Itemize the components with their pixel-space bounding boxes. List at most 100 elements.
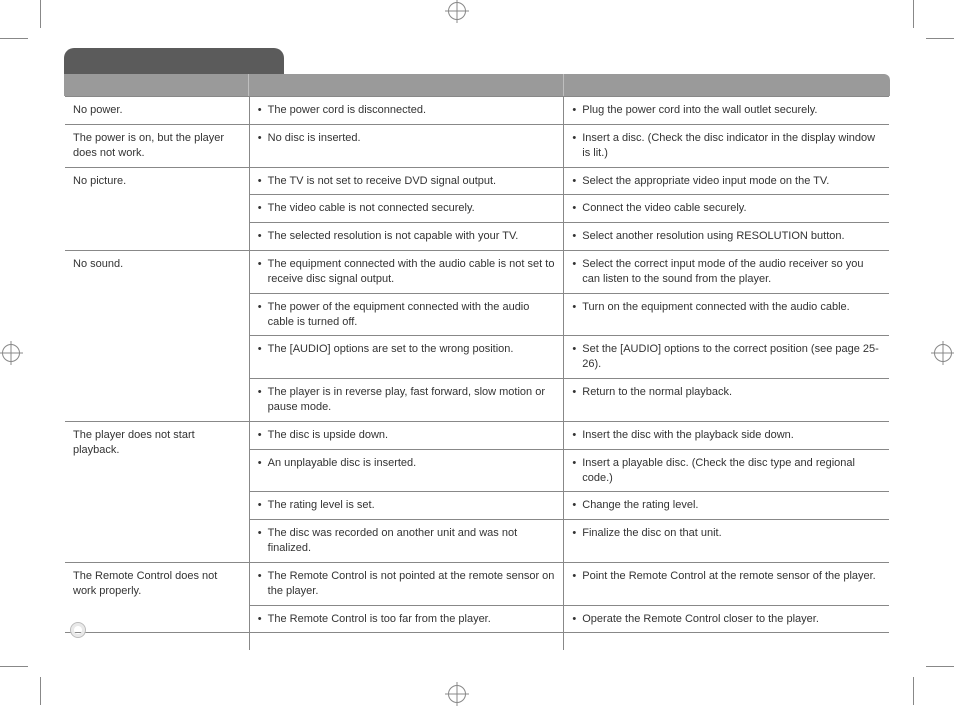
correction-cell: •Insert the disc with the playback side …	[564, 421, 890, 449]
cause-cell: • The TV is not set to receive DVD signal…	[249, 167, 564, 195]
page-number-icon	[70, 622, 86, 638]
bullet-icon: •	[258, 300, 262, 330]
correction-text: Plug the power cord into the wall outlet…	[582, 103, 817, 118]
cause-text: The player is in reverse play, fast forw…	[268, 385, 556, 415]
table-header-row	[64, 74, 890, 96]
correction-cell: • Select another resolution using RESOLUT…	[564, 223, 890, 251]
cause-text: The equipment connected with the audio c…	[268, 257, 556, 287]
correction-text: Change the rating level.	[582, 498, 698, 513]
bullet-icon: •	[258, 257, 262, 287]
bullet-icon: •	[258, 428, 262, 443]
correction-text: Turn on the equipment connected with the…	[582, 300, 849, 315]
bullet-icon: •	[572, 300, 576, 315]
cause-cell: •An unplayable disc is inserted.	[249, 449, 564, 492]
bullet-icon: •	[258, 385, 262, 415]
page-content: No power. • The power cord is disconnected…	[64, 48, 890, 651]
cause-cell: • The selected resolution is not capable …	[249, 223, 564, 251]
correction-text: Operate the Remote Control closer to the…	[582, 612, 819, 627]
symptom-cell: No picture.	[65, 167, 250, 251]
table-row: The player does not start playback.•The …	[65, 421, 890, 449]
cause-text: The rating level is set.	[268, 498, 375, 513]
correction-text: Insert a playable disc. (Check the disc …	[582, 456, 881, 486]
bullet-icon: •	[258, 229, 262, 244]
bullet-icon: •	[258, 569, 262, 599]
table-row: No power. • The power cord is disconnected…	[65, 97, 890, 125]
table-row: The Remote Control does not work properl…	[65, 562, 890, 605]
cause-text: The Remote Control is not pointed at the…	[268, 569, 556, 599]
header-symptom	[64, 74, 249, 96]
header-correction	[564, 74, 890, 96]
bullet-icon: •	[258, 131, 262, 146]
cause-cell: • The video cable is not connected secure…	[249, 195, 564, 223]
correction-cell: • Connect the video cable securely.	[564, 195, 890, 223]
cause-cell: •The Remote Control is not pointed at th…	[249, 562, 564, 605]
symptom-cell: The Remote Control does not work properl…	[65, 562, 250, 633]
cause-text: The video cable is not connected securel…	[268, 201, 475, 216]
correction-text: Connect the video cable securely.	[582, 201, 746, 216]
bullet-icon: •	[258, 201, 262, 216]
correction-cell: •Set the [AUDIO] options to the correct …	[564, 336, 890, 379]
cause-cell: •The [AUDIO] options are set to the wron…	[249, 336, 564, 379]
cause-text: An unplayable disc is inserted.	[268, 456, 417, 471]
correction-text: Set the [AUDIO] options to the correct p…	[582, 342, 881, 372]
bullet-icon: •	[258, 612, 262, 627]
cause-text: The selected resolution is not capable w…	[268, 229, 519, 244]
bullet-icon: •	[258, 342, 262, 357]
symptom-text: No power.	[73, 104, 123, 116]
bullet-icon: •	[572, 131, 576, 161]
correction-cell: • Turn on the equipment connected with th…	[564, 293, 890, 336]
symptom-cell: The player does not start playback.	[65, 421, 250, 562]
symptom-cell: No power.	[65, 97, 250, 125]
bullet-icon: •	[572, 229, 576, 244]
section-title-block	[64, 48, 284, 74]
cause-cell: •The power of the equipment connected wi…	[249, 293, 564, 336]
correction-text: Select another resolution using RESOLUTI…	[582, 229, 844, 244]
cause-text: No disc is inserted.	[268, 131, 361, 146]
correction-cell: •Return to the normal playback.	[564, 379, 890, 422]
correction-text: Select the correct input mode of the aud…	[582, 257, 881, 287]
cause-cell: •The disc is upside down.	[249, 421, 564, 449]
header-cause	[249, 74, 564, 96]
bullet-icon: •	[258, 526, 262, 556]
table-row: No picture. • The TV is not set to receive…	[65, 167, 890, 195]
bullet-icon: •	[572, 257, 576, 287]
bullet-icon: •	[258, 174, 262, 189]
bullet-icon: •	[572, 569, 576, 584]
cause-text: The TV is not set to receive DVD signal …	[268, 174, 496, 189]
bullet-icon: •	[258, 498, 262, 513]
correction-cell: •Insert a disc. (Check the disc indicato…	[564, 124, 890, 167]
correction-cell: •Operate the Remote Control closer to th…	[564, 605, 890, 633]
bullet-icon: •	[572, 201, 576, 216]
cause-cell: • The power cord is disconnected.	[249, 97, 564, 125]
cause-cell: • No disc is inserted.	[249, 124, 564, 167]
bullet-icon: •	[258, 103, 262, 118]
correction-cell: • Finalize the disc on that unit.	[564, 520, 890, 563]
cause-text: The power cord is disconnected.	[268, 103, 426, 118]
bullet-icon: •	[572, 498, 576, 513]
symptom-text: The player does not start playback.	[73, 429, 195, 456]
correction-text: Point the Remote Control at the remote s…	[582, 569, 876, 584]
cause-text: The power of the equipment connected wit…	[268, 300, 556, 330]
bullet-icon: •	[572, 428, 576, 443]
correction-text: Finalize the disc on that unit.	[582, 526, 721, 541]
correction-cell: •Select the correct input mode of the au…	[564, 251, 890, 294]
table-row: The power is on, but the player does not…	[65, 124, 890, 167]
cause-text: The Remote Control is too far from the p…	[268, 612, 491, 627]
symptom-cell: The power is on, but the player does not…	[65, 124, 250, 167]
troubleshooting-table: No power. • The power cord is disconnected…	[64, 96, 890, 651]
symptom-cell: No sound.	[65, 251, 250, 422]
correction-cell: • Point the Remote Control at the remote …	[564, 562, 890, 605]
correction-text: Select the appropriate video input mode …	[582, 174, 829, 189]
symptom-text: No sound.	[73, 258, 123, 270]
correction-cell: •Select the appropriate video input mode…	[564, 167, 890, 195]
cause-text: The disc was recorded on another unit an…	[268, 526, 556, 556]
cause-cell: •The player is in reverse play, fast for…	[249, 379, 564, 422]
table-spacer-row	[65, 633, 890, 651]
bullet-icon: •	[572, 526, 576, 541]
bullet-icon: •	[572, 385, 576, 400]
cause-cell: • The Remote Control is too far from the …	[249, 605, 564, 633]
bullet-icon: •	[572, 456, 576, 486]
bullet-icon: •	[572, 342, 576, 372]
symptom-text: No picture.	[73, 175, 126, 187]
correction-text: Insert a disc. (Check the disc indicator…	[582, 131, 881, 161]
